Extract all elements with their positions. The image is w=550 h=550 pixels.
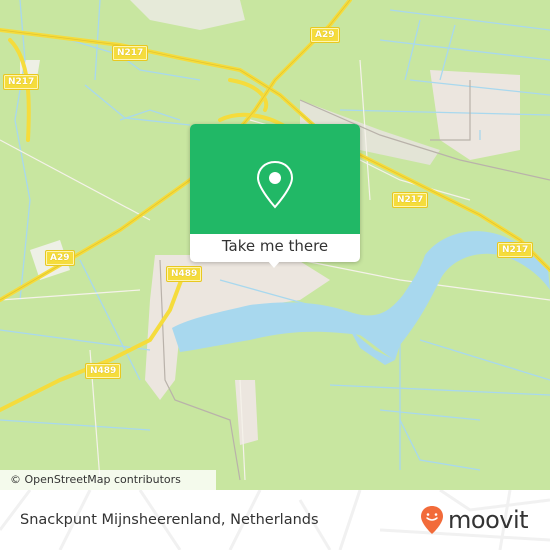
map-view[interactable]: N217 N217 A29 A29 N489 N489 N217 N217 © …	[0, 0, 550, 490]
map-pin-icon	[256, 160, 294, 209]
road-label-n217: N217	[2, 74, 40, 90]
moovit-wordmark: moovit	[448, 506, 529, 534]
road-label-a29: A29	[45, 250, 75, 266]
location-popup: Take me there	[190, 124, 360, 268]
map-attribution[interactable]: © OpenStreetMap contributors	[0, 470, 216, 490]
road-label-n489: N489	[165, 266, 203, 282]
road-label-n217: N217	[496, 242, 534, 258]
popup-header	[190, 124, 360, 234]
footer-bar: Snackpunt Mijnsheerenland, Netherlands m…	[0, 490, 550, 550]
road-label-n217: N217	[111, 45, 149, 61]
popup-pointer	[267, 260, 281, 268]
place-name: Snackpunt Mijnsheerenland, Netherlands	[20, 512, 319, 528]
moovit-logo[interactable]: moovit	[420, 503, 529, 537]
moovit-smile-pin-icon	[421, 506, 443, 534]
road-label-n217: N217	[391, 192, 429, 208]
road-label-n489: N489	[84, 363, 122, 379]
road-label-a29: A29	[310, 27, 340, 43]
take-me-there-button[interactable]: Take me there	[190, 234, 360, 262]
